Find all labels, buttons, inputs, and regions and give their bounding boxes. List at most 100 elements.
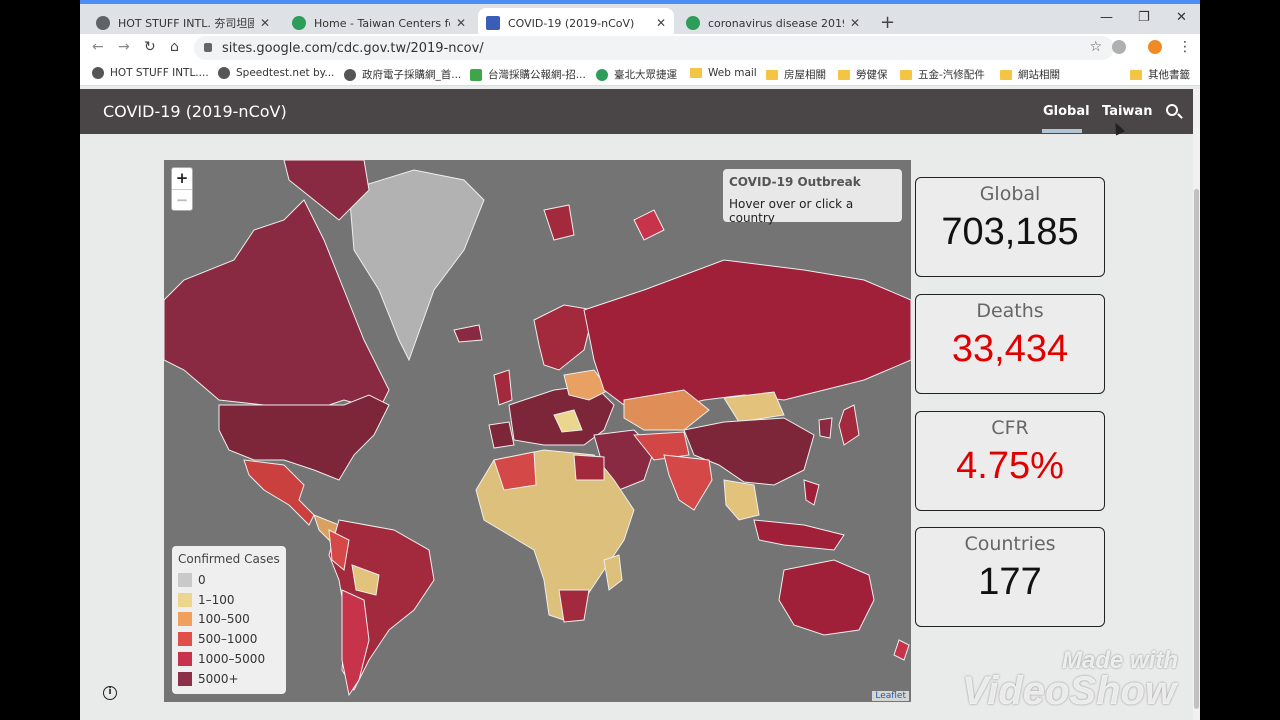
bookmark-folder[interactable]: Web mail [690,67,757,79]
bookmark-label: 勞健保 [856,69,888,81]
home-icon[interactable]: ⌂ [170,39,179,55]
back-icon[interactable]: ← [92,39,104,55]
tab-title: COVID-19 (2019-nCoV) [508,16,635,30]
country-egypt[interactable] [573,454,605,481]
country-mexico[interactable] [243,459,315,526]
close-icon[interactable]: ✕ [260,16,270,30]
info-title: COVID-19 Outbreak [729,175,861,189]
country-arctic-islands[interactable] [633,209,665,241]
legend-swatch [178,612,192,627]
country-usa[interactable] [218,394,390,481]
scrollbar-thumb[interactable] [1194,189,1199,709]
lock-icon [204,43,212,52]
legend-label: 500–1000 [198,632,258,647]
bookmark-folder[interactable]: 網站相關 [1000,67,1060,82]
bookmark-item[interactable]: 臺北大眾捷運 [596,67,677,82]
search-icon[interactable] [1166,104,1178,116]
stat-label: Global [979,183,1041,205]
new-tab-button[interactable]: + [880,12,895,33]
bookmark-label: 臺北大眾捷運 [614,69,677,81]
site-title[interactable]: COVID-19 (2019-nCoV) [103,102,287,121]
bookmark-item[interactable]: Speedtest.net by... [218,67,334,79]
country-indonesia[interactable] [753,519,845,551]
bookmark-label: 五金-汽修配件 [918,69,985,81]
country-madagascar[interactable] [603,554,623,591]
watermark-line2: VideoShow [962,669,1177,713]
country-indochina[interactable] [723,479,760,521]
url-field[interactable]: sites.google.com/cdc.gov.tw/2019-ncov/ ☆ [194,36,1114,60]
bookmark-item[interactable]: HOT STUFF INTL.... [92,67,209,79]
info-panel: COVID-19 Outbreak Hover over or click a … [723,169,902,225]
bookmark-folder[interactable]: 五金-汽修配件 [900,67,985,82]
bookmark-label: Web mail [708,67,757,79]
legend-item: 1–100 [178,590,280,610]
address-bar: ← → ↻ ⌂ sites.google.com/cdc.gov.tw/2019… [80,34,1200,62]
country-philippines[interactable] [803,479,820,506]
nav-global[interactable]: Global [1043,104,1090,119]
bookmark-label: 台灣採購公報網-招... [488,69,586,81]
reload-icon[interactable]: ↻ [144,39,156,55]
country-uk[interactable] [493,369,513,406]
url-text: sites.google.com/cdc.gov.tw/2019-ncov/ [222,40,484,56]
folder-icon [1130,69,1142,80]
zoom-control: + − [171,167,193,211]
zoom-in-button[interactable]: + [172,168,192,190]
map-legend: Confirmed Cases 0 1–100 100–500 500–1000… [172,546,286,694]
country-svalbard[interactable] [543,204,575,241]
profile-icon[interactable] [1112,40,1126,54]
country-new-zealand[interactable] [893,639,910,661]
country-korea[interactable] [818,417,833,439]
country-spain[interactable] [488,421,515,449]
extension-icon[interactable] [1148,40,1162,54]
close-icon[interactable]: ✕ [656,16,666,30]
stat-value: 703,185 [941,211,1079,253]
bookmark-star-icon[interactable]: ☆ [1089,39,1102,55]
info-icon[interactable]: i [103,686,117,700]
stat-card-global: Global 703,185 [915,177,1105,277]
cdc-icon [686,16,700,30]
country-india[interactable] [663,454,713,511]
bookmark-folder[interactable]: 其他書籤 [1130,67,1190,82]
browser-window: HOT STUFF INTL. 夯司坦國際 ✕ Home - Taiwan Ce… [80,0,1200,720]
bookmark-label: 房屋相關 [784,69,826,81]
country-japan[interactable] [838,404,860,446]
forward-icon[interactable]: → [118,39,130,55]
close-icon[interactable]: ✕ [850,16,860,30]
bookmark-label: HOT STUFF INTL.... [110,67,209,79]
country-mongolia[interactable] [723,391,785,423]
folder-icon [838,69,850,80]
tab-title: Home - Taiwan Centers for Dise [314,16,450,30]
legend-swatch [178,592,192,607]
country-iceland[interactable] [453,324,483,343]
sites-icon [486,16,500,30]
legend-title: Confirmed Cases [178,552,280,566]
nav-taiwan[interactable]: Taiwan [1102,104,1152,119]
bookmark-item[interactable]: 政府電子採購網_首... [344,67,461,82]
legend-item: 1000–5000 [178,649,280,669]
bookmark-item[interactable]: 台灣採購公報網-招... [470,67,586,82]
bookmark-folder[interactable]: 勞健保 [838,67,888,82]
nav-selected-indicator [1042,129,1082,133]
legend-label: 1–100 [198,592,235,607]
stat-label: CFR [991,417,1029,439]
bookmark-folder[interactable]: 房屋相關 [766,67,826,82]
stat-value: 4.75% [956,445,1064,487]
menu-icon[interactable]: ⋮ [1178,39,1192,55]
stat-value: 33,434 [951,328,1069,370]
bookmark-label: 其他書籤 [1148,69,1190,81]
page-scrollbar[interactable] [1193,89,1200,720]
close-window-icon[interactable]: ✕ [1176,10,1187,25]
leaflet-attribution-link[interactable]: Leaflet [872,691,909,701]
country-south-africa[interactable] [558,589,590,623]
zoom-out-button[interactable]: − [172,190,192,212]
world-map[interactable]: + − COVID-19 Outbreak Hover over or clic… [164,160,911,702]
restore-icon[interactable]: ❐ [1138,10,1150,25]
close-icon[interactable]: ✕ [456,16,466,30]
folder-icon [766,69,778,80]
country-argentina[interactable] [341,589,370,697]
country-australia[interactable] [778,559,875,636]
country-russia[interactable] [583,259,911,411]
tab-strip: HOT STUFF INTL. 夯司坦國際 ✕ Home - Taiwan Ce… [80,0,1200,38]
stat-card-countries: Countries 177 [915,527,1105,627]
minimize-icon[interactable]: — [1100,10,1113,25]
